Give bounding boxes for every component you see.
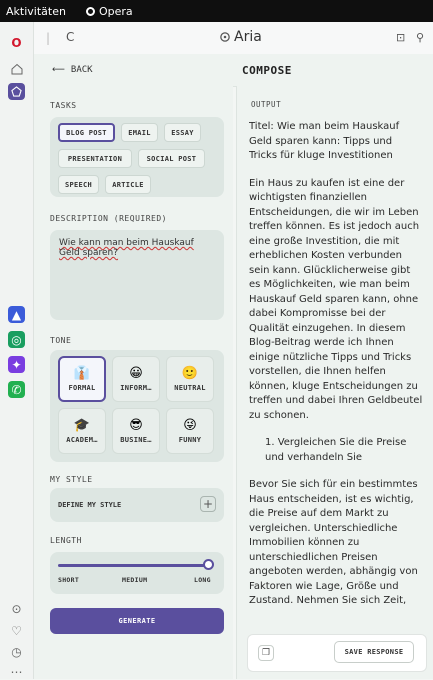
- app-shortcut-icon[interactable]: ▲: [8, 306, 25, 323]
- length-label: LENGTH: [50, 536, 82, 545]
- winking-tongue-face-icon: 😜: [183, 417, 197, 433]
- opera-app-indicator[interactable]: Opera: [85, 4, 133, 18]
- length-slider-track[interactable]: [58, 564, 208, 567]
- tone-academic-label: ACADEM…: [66, 435, 98, 444]
- output-title: Titel: Wie man beim Hauskauf Geld sparen…: [249, 121, 400, 161]
- define-style-label: DEFINE MY STYLE: [58, 501, 122, 509]
- output-label: OUTPUT: [251, 100, 282, 109]
- history-clock-icon[interactable]: ◷: [8, 643, 25, 660]
- tone-formal-label: FORMAL: [68, 383, 96, 392]
- graduation-cap-icon: 🎓: [73, 417, 91, 433]
- copy-icon[interactable]: ❐: [258, 645, 274, 661]
- pin-icon[interactable]: ⚲: [416, 31, 424, 44]
- player-icon[interactable]: ⊙: [8, 600, 25, 617]
- opera-logo-icon[interactable]: O: [8, 34, 25, 51]
- length-slider-card: SHORT MEDIUM LONG: [50, 552, 224, 594]
- sunglasses-face-icon: 😎: [129, 417, 143, 433]
- output-panel: OUTPUT Titel: Wie man beim Hauskauf Geld…: [236, 86, 433, 679]
- reload-icon[interactable]: C: [66, 30, 74, 44]
- output-text: Titel: Wie man beim Hauskauf Geld sparen…: [249, 120, 423, 610]
- length-long-label: LONG: [194, 576, 211, 584]
- browser-sidebar: O ▲ ◎ ✦ ✆ ⊙ ♡ ◷ ⋯: [0, 22, 34, 679]
- task-article[interactable]: ARTICLE: [105, 175, 151, 194]
- length-medium-label: MEDIUM: [122, 576, 148, 584]
- slight-smile-icon: 🙂: [181, 365, 199, 381]
- tone-informal-label: INFORM…: [120, 383, 152, 392]
- tone-funny[interactable]: 😜 FUNNY: [166, 408, 214, 454]
- tasks-card: BLOG POST EMAIL ESSAY PRESENTATION SOCIA…: [50, 117, 224, 197]
- more-icon[interactable]: ⋯: [8, 663, 25, 680]
- tasks-label: TASKS: [50, 101, 77, 110]
- screenshot-icon[interactable]: ⊡: [396, 31, 405, 44]
- compose-form: TASKS BLOG POST EMAIL ESSAY PRESENTATION…: [34, 86, 233, 679]
- length-slider-thumb[interactable]: [203, 559, 214, 570]
- output-paragraph: Bevor Sie sich für ein bestimmtes Haus e…: [249, 479, 418, 610]
- task-email[interactable]: EMAIL: [121, 123, 158, 142]
- add-style-button[interactable]: +: [200, 496, 216, 512]
- back-button[interactable]: ⟵ BACK: [52, 65, 93, 75]
- tone-card: 👔 FORMAL 😀 INFORM… 🙂 NEUTRAL 🎓 ACADEM… 😎…: [50, 350, 224, 462]
- task-blog-post[interactable]: BLOG POST: [58, 123, 115, 142]
- output-list-item: 1. Vergleichen Sie die Preise und verhan…: [265, 437, 407, 463]
- whatsapp-icon[interactable]: ✆: [8, 381, 25, 398]
- arrow-left-icon: ⟵: [52, 65, 65, 75]
- messenger-icon[interactable]: ✦: [8, 356, 25, 373]
- home-icon[interactable]: [8, 60, 25, 77]
- tone-label: TONE: [50, 336, 72, 345]
- tone-informal[interactable]: 😀 INFORM…: [112, 356, 160, 402]
- opera-ring-icon: [85, 6, 95, 16]
- sidebar-panel-topbar: | C Aria ⊡ ⚲: [34, 22, 433, 55]
- save-response-button[interactable]: SAVE RESPONSE: [334, 641, 414, 663]
- generate-button[interactable]: GENERATE: [50, 608, 224, 634]
- description-label: DESCRIPTION (REQUIRED): [50, 214, 167, 223]
- panel-title: Aria: [220, 29, 262, 45]
- tone-academic[interactable]: 🎓 ACADEM…: [58, 408, 106, 454]
- panel-title-text: Aria: [234, 29, 262, 45]
- heart-icon[interactable]: ♡: [8, 622, 25, 639]
- task-essay[interactable]: ESSAY: [164, 123, 201, 142]
- tone-formal[interactable]: 👔 FORMAL: [58, 356, 106, 402]
- aria-logo-icon: [220, 32, 230, 42]
- description-textarea[interactable]: Wie kann man beim Hauskauf Geld sparen?: [50, 230, 224, 320]
- task-social-post[interactable]: SOCIAL POST: [138, 149, 205, 168]
- task-presentation[interactable]: PRESENTATION: [58, 149, 132, 168]
- opera-app-label: Opera: [98, 4, 133, 18]
- define-style-row[interactable]: DEFINE MY STYLE +: [50, 488, 224, 522]
- divider-icon: |: [46, 31, 51, 45]
- output-action-bar: ❐ SAVE RESPONSE: [247, 634, 427, 672]
- tone-business-label: BUSINE…: [120, 435, 152, 444]
- tone-funny-label: FUNNY: [178, 435, 202, 444]
- length-short-label: SHORT: [58, 576, 80, 584]
- output-paragraph: Ein Haus zu kaufen ist eine der wichtigs…: [249, 177, 423, 421]
- os-top-bar: Aktivitäten Opera: [0, 0, 433, 22]
- tone-neutral[interactable]: 🙂 NEUTRAL: [166, 356, 214, 402]
- tone-business[interactable]: 😎 BUSINE…: [112, 408, 160, 454]
- grinning-face-icon: 😀: [129, 365, 143, 381]
- compose-title: COMPOSE: [242, 64, 292, 77]
- tone-neutral-label: NEUTRAL: [174, 383, 206, 392]
- task-speech[interactable]: SPEECH: [58, 175, 99, 194]
- activities-label[interactable]: Aktivitäten: [6, 5, 66, 18]
- back-label: BACK: [70, 65, 93, 75]
- chatgpt-icon[interactable]: ◎: [8, 331, 25, 348]
- my-style-label: MY STYLE: [50, 475, 93, 484]
- aria-sidebar-icon[interactable]: [8, 83, 25, 100]
- necktie-icon: 👔: [73, 365, 91, 381]
- compose-header: ⟵ BACK COMPOSE: [34, 54, 433, 87]
